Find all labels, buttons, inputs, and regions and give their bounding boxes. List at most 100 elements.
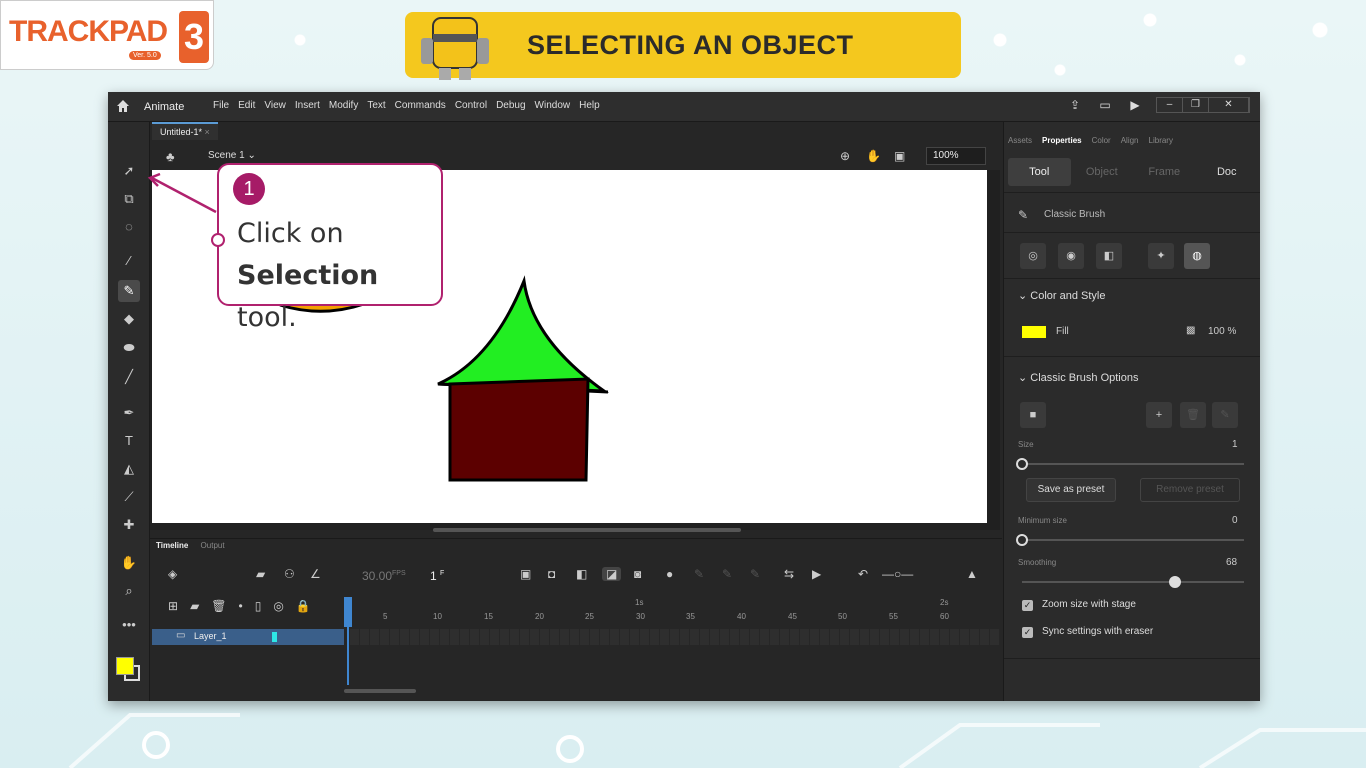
- new-folder-icon[interactable]: ▰: [190, 599, 199, 613]
- more-tools-icon[interactable]: •••: [118, 614, 140, 636]
- smoothing-value[interactable]: 68: [1226, 557, 1237, 568]
- menu-commands[interactable]: Commands: [395, 100, 446, 111]
- line-icon[interactable]: ╱: [118, 366, 140, 388]
- lock-fill-icon[interactable]: ◧: [1096, 243, 1122, 269]
- frame-icon[interactable]: ◧: [576, 567, 587, 581]
- subtab-tool[interactable]: Tool: [1008, 158, 1071, 186]
- lock-icon[interactable]: 🔒: [296, 599, 311, 613]
- eraser-icon[interactable]: ◆: [118, 308, 140, 330]
- play-test-icon[interactable]: ▶: [1126, 96, 1144, 114]
- min-size-slider-knob[interactable]: [1016, 534, 1028, 546]
- document-tab[interactable]: Untitled-1* ×: [152, 122, 218, 140]
- zoom-icon[interactable]: ⌕: [118, 580, 140, 602]
- clip-icon[interactable]: ▣: [894, 149, 905, 163]
- menu-help[interactable]: Help: [579, 100, 600, 111]
- center-stage-icon[interactable]: ⊕: [840, 149, 850, 163]
- rotate-icon[interactable]: ✋: [866, 149, 881, 163]
- brush-mode-icon[interactable]: ✦: [1148, 243, 1174, 269]
- timeline-scrollbar[interactable]: [344, 689, 416, 693]
- selection-tool-icon[interactable]: ➚: [118, 160, 140, 182]
- blank-keyframe-icon[interactable]: ◘: [548, 567, 555, 581]
- fill-color-swatch[interactable]: [116, 657, 134, 675]
- fill-swatch[interactable]: [1022, 326, 1046, 338]
- fill-alpha[interactable]: 100 %: [1208, 326, 1236, 337]
- menu-modify[interactable]: Modify: [329, 100, 358, 111]
- subtab-doc[interactable]: Doc: [1196, 158, 1259, 186]
- minimize-icon[interactable]: –: [1157, 98, 1183, 112]
- fps-display[interactable]: 30.00FPS: [362, 569, 406, 583]
- stage-horizontal-scrollbar[interactable]: [433, 528, 741, 532]
- undo-icon[interactable]: ↶: [858, 567, 868, 581]
- keyframe-icon[interactable]: ▣: [520, 567, 531, 581]
- tab-timeline[interactable]: Timeline: [156, 541, 188, 550]
- pen-icon[interactable]: ✒: [118, 402, 140, 424]
- onion-skin-icon[interactable]: ●: [666, 567, 673, 581]
- min-size-value[interactable]: 0: [1232, 515, 1238, 526]
- tab-align[interactable]: Align: [1121, 136, 1139, 145]
- highlight-icon[interactable]: •: [239, 599, 243, 613]
- object-drawing-icon[interactable]: ◎: [1020, 243, 1046, 269]
- oval-icon[interactable]: ⬬: [118, 337, 140, 359]
- eyedropper-icon[interactable]: ⟋: [118, 486, 140, 508]
- tab-color[interactable]: Color: [1092, 136, 1111, 145]
- frames-grid[interactable]: [350, 629, 1000, 645]
- close-icon[interactable]: ✕: [1209, 98, 1249, 112]
- zoom-with-stage-checkbox[interactable]: ✓: [1022, 600, 1033, 611]
- scene-selector[interactable]: Scene 1 ⌄: [208, 150, 256, 161]
- new-layer-icon[interactable]: ⊞: [168, 599, 178, 613]
- brush-shape-icon[interactable]: ■: [1020, 402, 1046, 428]
- delete-layer-icon[interactable]: 🗑: [211, 599, 226, 613]
- menu-file[interactable]: File: [213, 100, 229, 111]
- menu-edit[interactable]: Edit: [238, 100, 255, 111]
- free-transform-icon[interactable]: ⧉: [118, 188, 140, 210]
- tab-library[interactable]: Library: [1149, 136, 1173, 145]
- graph-icon[interactable]: ∠: [310, 567, 321, 581]
- subtab-object[interactable]: Object: [1071, 158, 1134, 186]
- menu-view[interactable]: View: [264, 100, 286, 111]
- pin-icon[interactable]: ✚: [118, 514, 140, 536]
- tab-properties[interactable]: Properties: [1042, 136, 1082, 145]
- hierarchy-icon[interactable]: ⚇: [284, 567, 295, 581]
- outline-icon[interactable]: ▯: [255, 599, 262, 613]
- zoom-input[interactable]: 100%: [926, 147, 986, 165]
- min-size-slider[interactable]: [1016, 534, 1244, 546]
- menu-insert[interactable]: Insert: [295, 100, 320, 111]
- symbol-icon[interactable]: ♣: [166, 149, 175, 164]
- paint-bucket-icon[interactable]: ◭: [118, 458, 140, 480]
- home-icon[interactable]: [115, 98, 131, 114]
- size-slider-knob[interactable]: [1016, 458, 1028, 470]
- frame-display[interactable]: 1 F: [430, 569, 444, 583]
- tab-assets[interactable]: Assets: [1008, 136, 1032, 145]
- subtab-frame[interactable]: Frame: [1133, 158, 1196, 186]
- smoothing-slider[interactable]: [1022, 576, 1244, 588]
- tab-output[interactable]: Output: [201, 541, 225, 550]
- brush-options-section[interactable]: ⌄ Classic Brush Options: [1018, 371, 1139, 384]
- playhead[interactable]: [344, 597, 352, 685]
- menu-debug[interactable]: Debug: [496, 100, 525, 111]
- layers-icon[interactable]: ◈: [168, 567, 177, 581]
- classic-brush-icon[interactable]: ✎: [118, 280, 140, 302]
- timeline-zoom-slider[interactable]: —○—: [882, 567, 913, 581]
- restore-icon[interactable]: ❐: [1183, 98, 1209, 112]
- menu-control[interactable]: Control: [455, 100, 487, 111]
- panel-icon[interactable]: ▭: [1096, 96, 1114, 114]
- pressure-icon[interactable]: ◍: [1184, 243, 1210, 269]
- hand-icon[interactable]: ✋: [118, 552, 140, 574]
- color-style-section[interactable]: ⌄ Color and Style: [1018, 289, 1106, 302]
- sync-eraser-checkbox[interactable]: ✓: [1022, 627, 1033, 638]
- camera-icon[interactable]: ▰: [256, 567, 265, 581]
- insert-tween-icon[interactable]: ◪: [602, 567, 622, 581]
- play-icon[interactable]: ▶: [812, 567, 821, 581]
- save-preset-button[interactable]: Save as preset: [1026, 478, 1116, 502]
- fit-icon[interactable]: ▲: [966, 567, 978, 581]
- loop-icon[interactable]: ⇆: [784, 567, 794, 581]
- smoothing-slider-knob[interactable]: [1169, 576, 1181, 588]
- paintbrush-icon[interactable]: ⁄: [118, 250, 140, 272]
- lasso-icon[interactable]: ◌: [118, 216, 140, 238]
- layer-row[interactable]: ▭ Layer_1: [152, 629, 344, 645]
- size-value[interactable]: 1: [1232, 439, 1238, 450]
- menu-text[interactable]: Text: [367, 100, 385, 111]
- snap-icon[interactable]: ◉: [1058, 243, 1084, 269]
- share-icon[interactable]: ⇪: [1066, 96, 1084, 114]
- text-icon[interactable]: T: [118, 430, 140, 452]
